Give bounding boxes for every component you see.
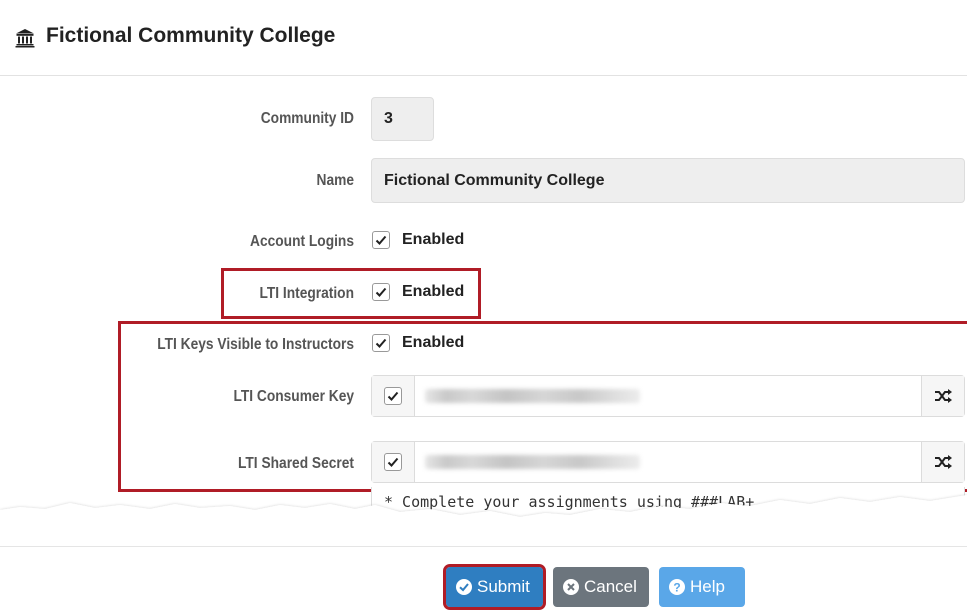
cancel-label: Cancel xyxy=(584,577,637,596)
help-label: Help xyxy=(690,577,725,596)
svg-text:?: ? xyxy=(673,581,680,595)
lti-keys-highlight xyxy=(118,321,967,492)
community-id-label: Community ID xyxy=(260,110,354,127)
question-circle-icon: ? xyxy=(669,579,685,595)
account-logins-row: Enabled xyxy=(372,231,464,249)
help-button[interactable]: ? Help xyxy=(659,567,745,607)
account-logins-checkbox[interactable] xyxy=(372,231,390,249)
account-logins-option: Enabled xyxy=(402,231,465,248)
checkmark-icon xyxy=(375,235,387,245)
name-label: Name xyxy=(316,172,354,189)
name-field[interactable]: Fictional Community College xyxy=(371,158,965,203)
submit-label: Submit xyxy=(477,577,530,596)
community-id-value: 3 xyxy=(384,110,393,127)
name-value: Fictional Community College xyxy=(384,171,605,189)
check-circle-icon xyxy=(456,579,472,595)
footer-divider xyxy=(0,546,967,547)
torn-edge-decoration xyxy=(0,495,967,545)
lti-integration-highlight xyxy=(221,268,481,319)
page-title: Fictional Community College xyxy=(46,24,336,47)
times-circle-icon xyxy=(563,579,579,595)
cancel-button[interactable]: Cancel xyxy=(553,567,649,607)
community-id-field: 3 xyxy=(371,97,434,141)
submit-button[interactable]: Submit xyxy=(443,564,546,610)
institution-icon xyxy=(15,29,35,48)
panel-header: Fictional Community College xyxy=(0,0,967,76)
account-logins-label: Account Logins xyxy=(250,233,354,250)
